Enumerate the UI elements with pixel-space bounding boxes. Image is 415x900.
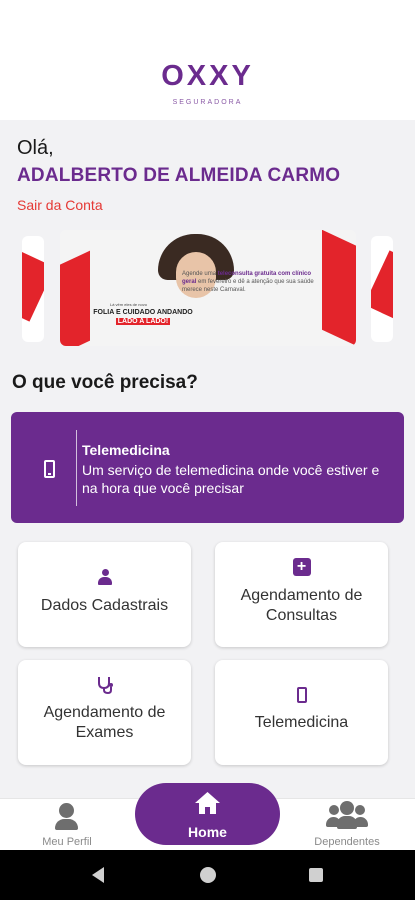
banner-tagline: FOLIA E CUIDADO ANDANDO LADO A LADO! — [78, 308, 208, 326]
android-navigation-bar — [0, 850, 415, 900]
tile-label-line2: Consultas — [265, 607, 338, 624]
tile-label: Dados Cadastrais — [40, 597, 169, 614]
banner-red-ribbon-right — [322, 230, 356, 346]
user-name: ADALBERTO DE ALMEIDA CARMO — [17, 165, 341, 186]
section-title: O que você precisa? — [12, 372, 198, 393]
banner-copy-start: Agende uma — [182, 271, 217, 277]
recent-apps-icon[interactable] — [309, 868, 323, 882]
app-header: OXXY SEGURADORA — [0, 0, 415, 120]
banner-tagline-line1: FOLIA E CUIDADO ANDANDO — [93, 309, 193, 316]
tile-label-line1: Agendamento de — [43, 704, 166, 721]
nav-label: Dependentes — [314, 836, 380, 848]
banner-carousel-prev-slide[interactable] — [22, 236, 44, 342]
logo-subtitle: SEGURADORA — [172, 99, 243, 106]
plus-square-icon: + — [292, 558, 311, 576]
tile-dados-cadastrais[interactable]: Dados Cadastrais — [18, 542, 191, 647]
stethoscope-icon — [95, 675, 115, 695]
tile-label: Telemedicina — [254, 714, 349, 731]
profile-icon — [59, 803, 74, 818]
back-icon[interactable] — [92, 867, 104, 883]
tile-label-line1: Agendamento de — [240, 587, 363, 604]
greeting-text: Olá, — [17, 137, 54, 159]
promo-banner[interactable]: Lá vêm eles de novo FOLIA E CUIDADO ANDA… — [60, 230, 356, 346]
nav-home-button[interactable]: Home — [135, 783, 280, 845]
banner-small-text: Lá vêm eles de novo — [110, 302, 147, 307]
tile-label: Agendamento de Consultas — [215, 586, 388, 626]
oxxy-logo: OXXY — [161, 60, 254, 92]
nav-dependentes[interactable]: Dependentes — [297, 799, 397, 851]
telemedicina-card-title: Telemedicina — [82, 442, 170, 458]
banner-carousel-next-slide[interactable] — [371, 236, 393, 342]
tile-telemedicina[interactable]: Telemedicina — [215, 660, 388, 765]
tile-label: Agendamento de Exames — [18, 703, 191, 743]
android-home-icon[interactable] — [200, 867, 216, 883]
home-icon — [195, 792, 220, 814]
telemedicina-card-description: Um serviço de telemedicina onde você est… — [82, 462, 380, 496]
card-divider — [76, 430, 77, 506]
nav-label: Meu Perfil — [42, 836, 92, 848]
banner-copy: Agende uma teleconsulta gratuita com clí… — [182, 270, 317, 294]
phone-icon — [296, 687, 307, 703]
tile-agendamento-consultas[interactable]: + Agendamento de Consultas — [215, 542, 388, 647]
banner-copy-end: em fevereiro e dê a atenção que sua saúd… — [182, 279, 314, 293]
logout-link[interactable]: Sair da Conta — [17, 197, 103, 213]
tile-label-line2: Exames — [75, 724, 134, 741]
person-icon — [97, 569, 112, 585]
phone-icon — [44, 460, 55, 478]
nav-home-label: Home — [188, 824, 227, 840]
nav-meu-perfil[interactable]: Meu Perfil — [17, 799, 117, 851]
tile-agendamento-exames[interactable]: Agendamento de Exames — [18, 660, 191, 765]
banner-tagline-line2: LADO A LADO! — [115, 318, 171, 325]
banner-red-ribbon-left — [60, 250, 90, 346]
